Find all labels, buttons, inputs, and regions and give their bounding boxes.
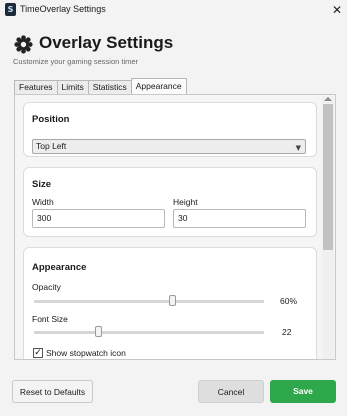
font-size-slider-track[interactable] xyxy=(34,331,264,334)
tab-features[interactable]: Features xyxy=(14,80,57,95)
reset-defaults-button[interactable]: Reset to Defaults xyxy=(12,380,93,403)
scrollbar[interactable] xyxy=(322,96,334,359)
height-input[interactable]: 30 xyxy=(173,209,306,228)
position-select[interactable]: Top Left ▼ xyxy=(32,139,306,154)
font-size-label: Font Size xyxy=(32,314,68,324)
tab-statistics[interactable]: Statistics xyxy=(87,80,131,95)
tab-appearance[interactable]: Appearance xyxy=(130,78,187,95)
opacity-slider-thumb[interactable] xyxy=(168,295,176,306)
appearance-title: Appearance xyxy=(32,262,87,273)
appearance-panel: Position Top Left ▼ Size Width 300 Heigh… xyxy=(14,94,336,360)
stopwatch-checkbox[interactable]: ✓ xyxy=(33,348,43,358)
tab-strip: Features Limits Statistics Appearance xyxy=(14,78,187,95)
width-input[interactable]: 300 xyxy=(32,209,165,228)
tab-limits[interactable]: Limits xyxy=(56,80,88,95)
page-subtitle: Customize your gaming session timer xyxy=(13,57,139,66)
height-label: Height xyxy=(173,197,198,207)
page-title: Overlay Settings xyxy=(39,33,174,52)
gear-icon xyxy=(14,35,33,54)
chevron-down-icon: ▼ xyxy=(295,144,301,152)
cancel-button[interactable]: Cancel xyxy=(198,380,264,403)
scroll-up-arrow-icon[interactable] xyxy=(324,97,332,101)
scrollbar-thumb[interactable] xyxy=(323,104,333,250)
checkmark-icon: ✓ xyxy=(34,348,42,358)
save-button[interactable]: Save xyxy=(270,380,336,403)
font-size-slider-thumb[interactable] xyxy=(94,326,102,337)
position-title: Position xyxy=(32,114,70,125)
position-select-value: Top Left xyxy=(36,141,67,151)
close-icon[interactable]: ✕ xyxy=(327,0,347,20)
width-label: Width xyxy=(32,197,54,207)
font-size-value: 22 xyxy=(282,327,292,337)
opacity-label: Opacity xyxy=(32,282,61,292)
appearance-card: Appearance Opacity 60% Font Size 22 ✓ Sh… xyxy=(23,247,317,359)
title-bar: S TimeOverlay Settings ✕ xyxy=(0,0,347,20)
opacity-value: 60% xyxy=(280,296,298,306)
stopwatch-label[interactable]: Show stopwatch icon xyxy=(46,348,126,358)
app-icon: S xyxy=(5,3,16,16)
size-title: Size xyxy=(32,179,52,190)
opacity-slider-track[interactable] xyxy=(34,300,264,303)
position-card: Position Top Left ▼ xyxy=(23,102,317,157)
window-title: TimeOverlay Settings xyxy=(20,4,106,14)
size-card: Size Width 300 Height 30 xyxy=(23,167,317,237)
